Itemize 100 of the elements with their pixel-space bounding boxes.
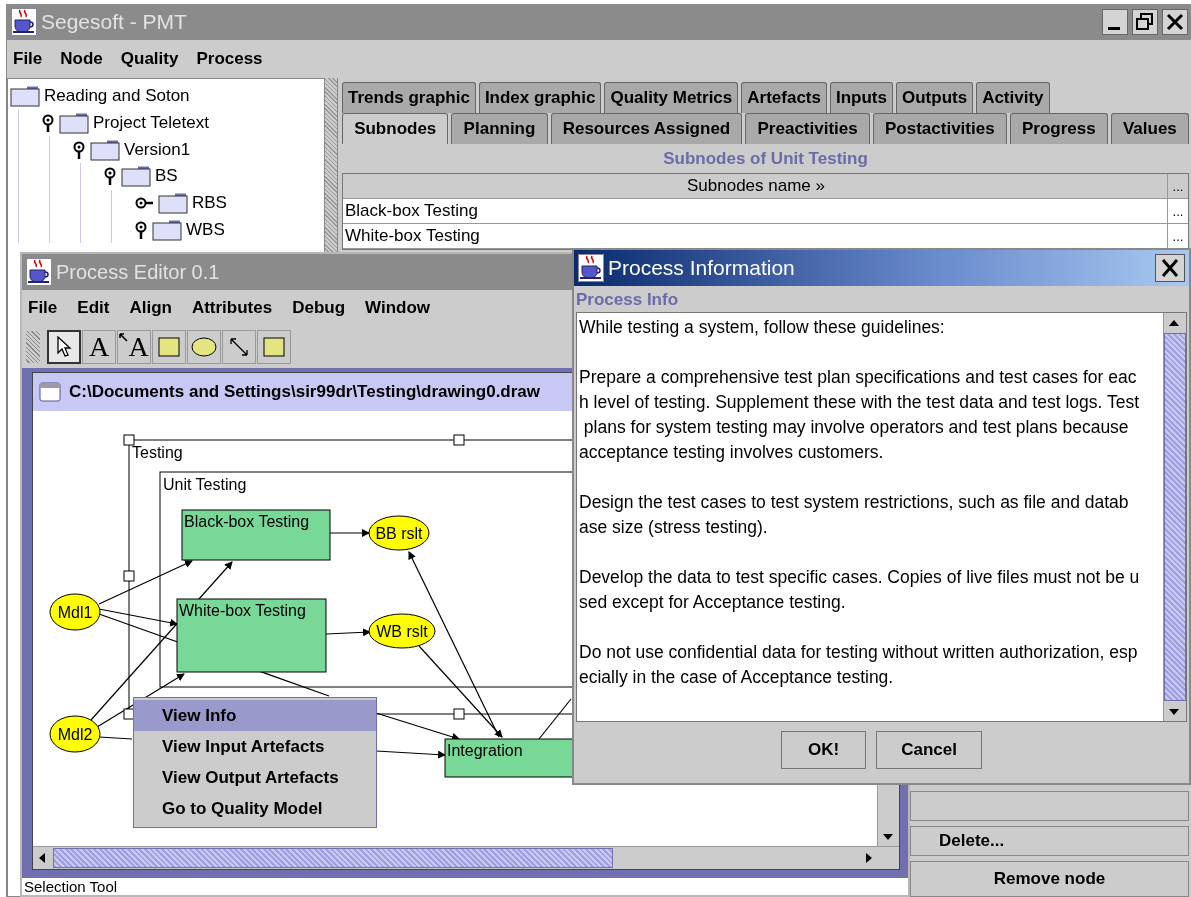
- tab[interactable]: Subnodes: [342, 113, 449, 144]
- expanded-toggle-icon[interactable]: [103, 166, 117, 187]
- panel-heading: Subnodes of Unit Testing: [662, 148, 869, 170]
- tab[interactable]: Resources Assigned: [550, 113, 743, 144]
- text-line: While testing a system, follow these guidelines:: [579, 316, 946, 339]
- tab[interactable]: Trends graphic: [342, 82, 476, 113]
- tab[interactable]: Preactivities: [745, 113, 870, 144]
- cup-icon: [578, 254, 604, 282]
- connector-arrow[interactable]: [98, 560, 193, 605]
- tool-button[interactable]: [187, 330, 221, 364]
- connector-arrow[interactable]: [325, 628, 371, 637]
- menu-item[interactable]: File: [28, 298, 58, 318]
- connector-arrow[interactable]: [375, 750, 446, 759]
- info-text-area[interactable]: [576, 312, 1187, 722]
- tab[interactable]: Postactivities: [872, 113, 1007, 144]
- tool-button[interactable]: [222, 330, 256, 364]
- collapsed-toggle-icon[interactable]: [134, 196, 154, 211]
- tree-item[interactable]: Project Teletext: [93, 113, 209, 134]
- scroll-thumb[interactable]: [53, 848, 613, 868]
- table-cell-text: Black-box Testing: [344, 200, 479, 222]
- text-tool-glyph: A: [88, 333, 110, 361]
- close-icon[interactable]: [1155, 254, 1185, 282]
- selection-handle[interactable]: [123, 434, 135, 446]
- section-label: Process Info: [575, 289, 680, 311]
- connector-line[interactable]: [98, 736, 133, 740]
- text-line: h level of testing. Supplement these with the test data and test logs. Test: [579, 391, 1141, 414]
- artefact-node[interactable]: WB rslt: [368, 613, 436, 649]
- tool-button[interactable]: [47, 330, 81, 364]
- menu-item[interactable]: View Output Artefacts: [134, 762, 376, 794]
- container-label: Unit Testing: [163, 476, 247, 493]
- artefact-node[interactable]: BB rslt: [368, 515, 430, 551]
- selection-handle[interactable]: [123, 570, 135, 582]
- horizontal-scrollbar[interactable]: [33, 846, 899, 869]
- tool-button[interactable]: A: [117, 330, 151, 364]
- window-title: Process Editor 0.1: [56, 260, 220, 284]
- toolbar-grip[interactable]: [26, 331, 40, 363]
- cup-icon: [26, 258, 52, 286]
- rectangle-icon: [263, 337, 285, 357]
- column-header[interactable]: ...: [1167, 174, 1188, 198]
- connector-arrow[interactable]: [98, 608, 178, 627]
- menu-item[interactable]: Attributes: [191, 298, 273, 318]
- folder-icon: [158, 192, 188, 215]
- artefact-node[interactable]: Mdl2: [49, 715, 101, 753]
- selection-handle[interactable]: [453, 708, 465, 720]
- menu-item[interactable]: View Input Artefacts: [134, 731, 376, 763]
- tab[interactable]: Outputs: [896, 82, 974, 113]
- menu-item[interactable]: Edit: [77, 298, 110, 318]
- folder-icon: [59, 112, 89, 135]
- selection-handle[interactable]: [123, 708, 135, 720]
- tab[interactable]: Activity: [976, 82, 1050, 113]
- tree-item[interactable]: BS: [155, 166, 178, 187]
- expanded-toggle-icon[interactable]: [72, 139, 86, 160]
- tab[interactable]: Index graphic: [478, 82, 602, 113]
- tool-button[interactable]: A: [82, 330, 116, 364]
- tree-item[interactable]: WBS: [186, 219, 225, 240]
- dialog-button[interactable]: Cancel: [876, 731, 982, 769]
- folder-icon: [10, 85, 40, 108]
- side-button[interactable]: Delete...: [910, 826, 1189, 856]
- document-title: C:\Documents and Settings\sir99dr\Testing\drawing0.draw: [69, 382, 541, 402]
- tab[interactable]: Artefacts: [741, 82, 827, 113]
- status-text: Selection Tool: [22, 878, 908, 895]
- tab[interactable]: Quality Metrics: [604, 82, 739, 113]
- window-title: Process Information: [608, 256, 795, 280]
- text-line: sed except for Acceptance testing.: [579, 591, 847, 614]
- diagonal-arrow-icon: [229, 337, 249, 357]
- tree-item[interactable]: RBS: [192, 193, 227, 214]
- menu-item[interactable]: Window: [365, 298, 431, 318]
- menu-item[interactable]: Debug: [292, 298, 346, 318]
- tree-item[interactable]: Version1: [124, 139, 191, 160]
- artefact-node[interactable]: Mdl1: [49, 593, 101, 631]
- expanded-toggle-icon[interactable]: [41, 113, 55, 134]
- tree-item[interactable]: Reading and Soton: [44, 86, 190, 107]
- column-header[interactable]: Subnodes name »: [343, 174, 1167, 198]
- connector-arrow[interactable]: [408, 551, 500, 738]
- tab[interactable]: Values: [1110, 113, 1189, 144]
- activity-node[interactable]: Black-box Testing: [181, 509, 331, 561]
- ellipsis-button[interactable]: ...: [1167, 199, 1188, 223]
- menu-item[interactable]: Quality: [120, 49, 179, 69]
- menu-item[interactable]: Go to Quality Model: [134, 793, 376, 825]
- connector-arrow[interactable]: [329, 529, 370, 537]
- folder-icon: [90, 138, 120, 161]
- connector-line[interactable]: [538, 698, 572, 740]
- side-button[interactable]: Remove node: [910, 861, 1189, 897]
- dialog-button[interactable]: OK!: [781, 731, 867, 769]
- tab[interactable]: Progress: [1009, 113, 1108, 144]
- menu-item[interactable]: View Info: [134, 700, 376, 732]
- selection-handle[interactable]: [453, 434, 465, 446]
- cup-icon: [11, 8, 37, 36]
- menu-item[interactable]: Node: [60, 49, 103, 69]
- menu-item[interactable]: Process: [196, 49, 263, 69]
- connector-arrow[interactable]: [418, 645, 503, 738]
- arrow-icon: [119, 333, 129, 342]
- pointer-icon: [56, 336, 72, 358]
- menu-item[interactable]: Align: [129, 298, 172, 318]
- menu-item[interactable]: File: [13, 49, 43, 69]
- rectangle-icon: [158, 337, 180, 357]
- activity-node[interactable]: White-box Testing: [176, 598, 327, 673]
- tab[interactable]: Inputs: [830, 82, 893, 113]
- expanded-toggle-icon[interactable]: [134, 219, 148, 240]
- tab[interactable]: Planning: [451, 113, 548, 144]
